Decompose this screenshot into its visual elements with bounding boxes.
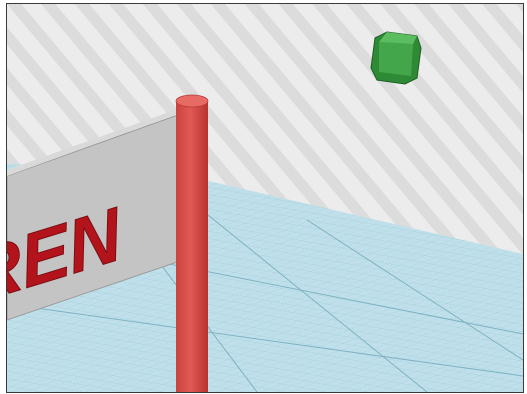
3d-viewport[interactable]: REN <box>6 3 524 393</box>
green-cube[interactable] <box>370 31 422 85</box>
workplane-scene[interactable]: REN <box>7 4 523 392</box>
red-post[interactable] <box>175 94 209 392</box>
